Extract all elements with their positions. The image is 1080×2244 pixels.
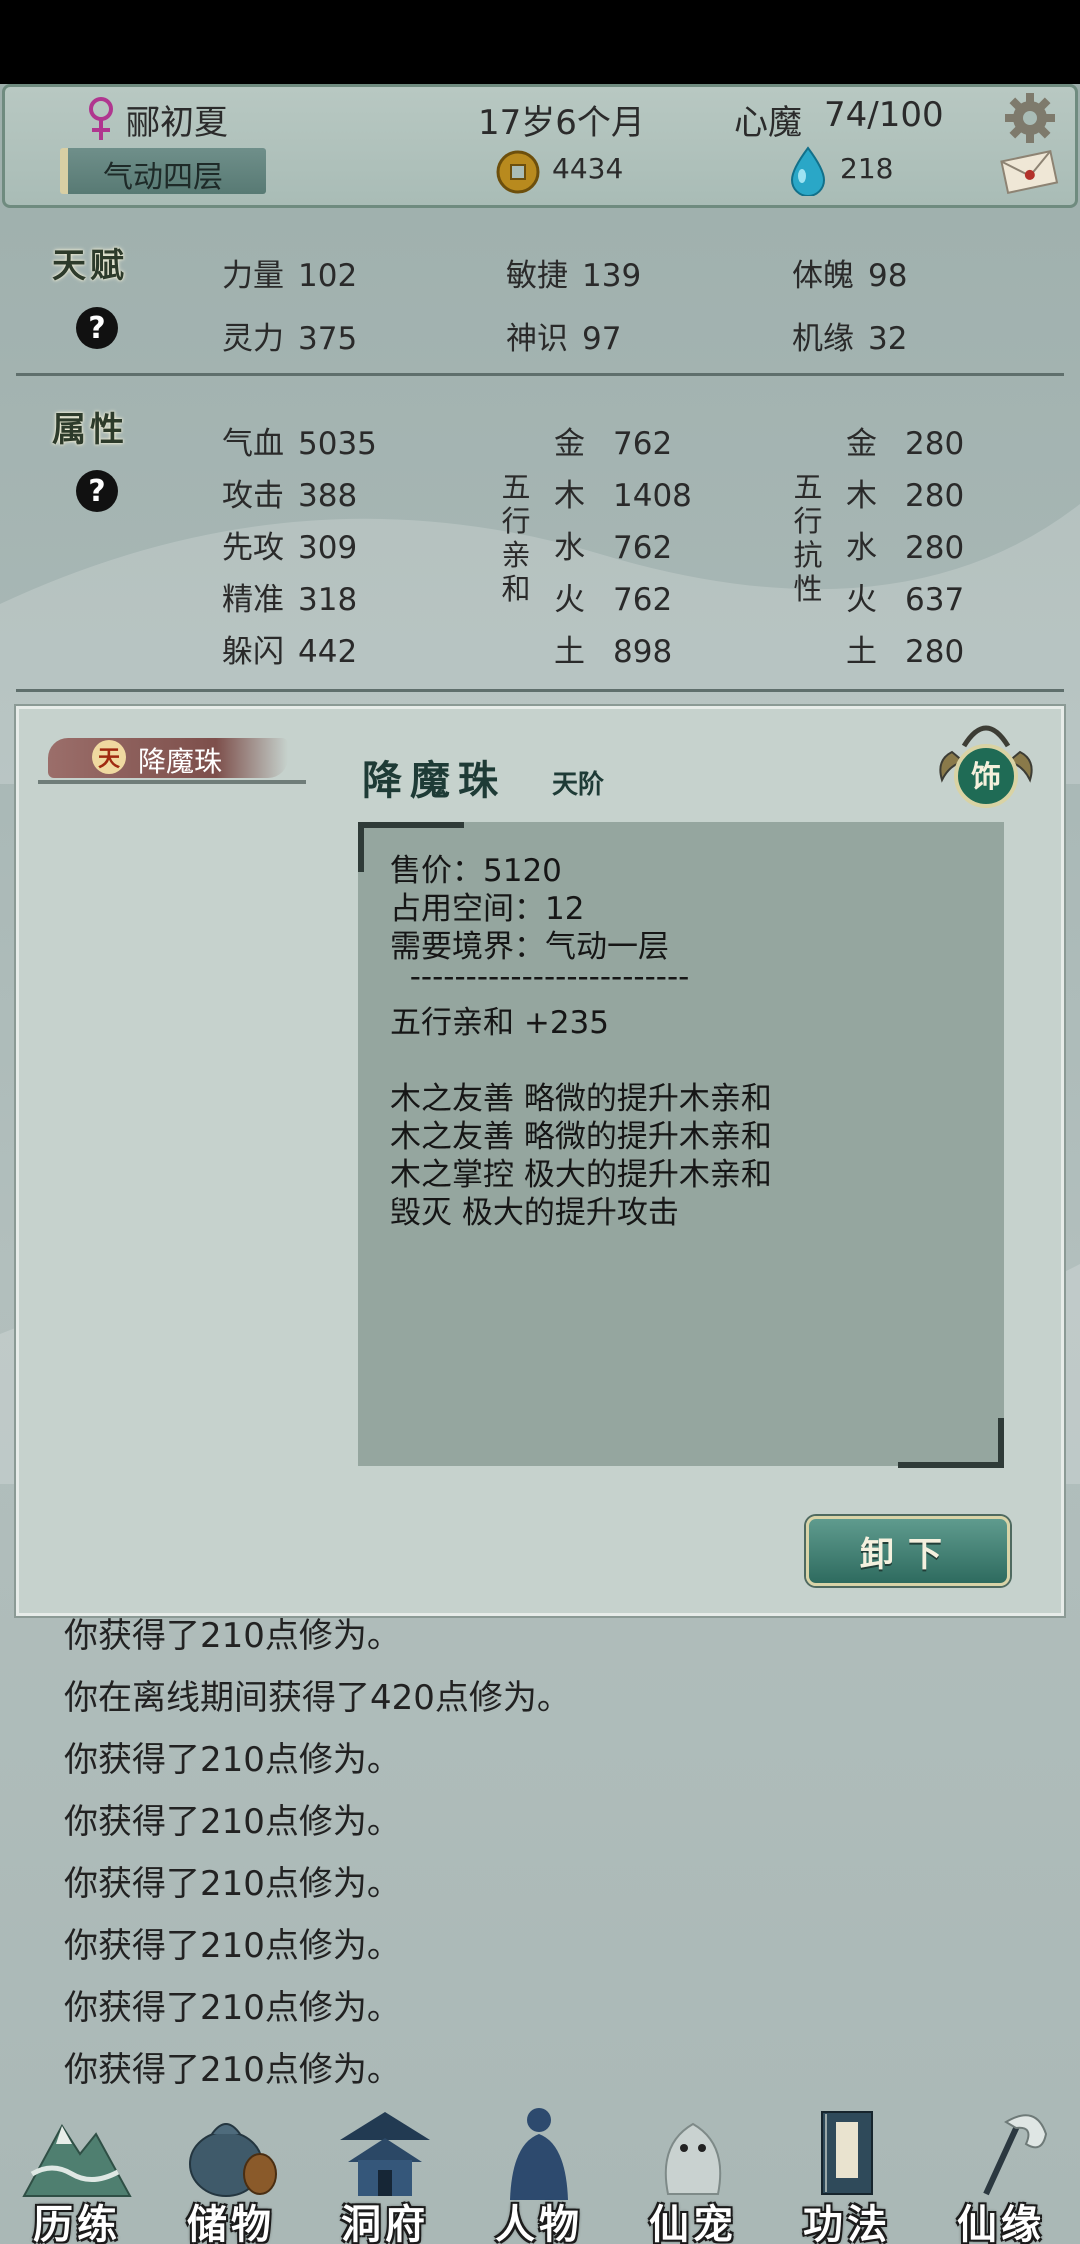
resistance-stat: 金 280 [846,426,965,462]
nav-item-storage[interactable]: 储物 [154,2100,308,2244]
nav-item-skills[interactable]: 功法 [770,2100,924,2244]
item-name: 降魔珠 [362,757,506,804]
affinity-stat: 水 762 [554,530,673,566]
nav-item-cave[interactable]: 洞府 [308,2100,462,2244]
female-icon [89,97,113,140]
realm-badge: 气动四层 [60,148,266,195]
equipped-item-tag[interactable]: 天 降魔珠 [48,738,288,778]
affinity-stat: 木 1408 [554,478,692,514]
talent-stat: 神识 97 [506,321,622,357]
nav-label: 仙宠 [649,2201,737,2244]
section-divider [16,373,1064,376]
talent-stat: 体魄 98 [792,258,908,294]
affinity-stat: 火 762 [554,582,673,618]
nav-item-training[interactable]: 历练 [0,2100,154,2244]
nav-item-character[interactable]: 人物 [462,2100,616,2244]
pet-icon [664,2122,722,2195]
character-name: 郦初夏 [126,103,228,143]
bag-icon [189,2123,277,2197]
unequip-button[interactable]: 卸下 [806,1516,1010,1586]
resistance-stat: 木 280 [846,478,965,514]
detail-separator: ------------------------- [390,959,690,995]
resistance-stat: 火 637 [846,582,965,618]
talent-help-icon[interactable]: ? [76,307,118,349]
fate-icon [983,2114,1048,2196]
detail-corner [898,1418,1004,1468]
talent-stat: 敏捷 139 [506,258,642,294]
detail-line: 毁灭 极大的提升攻击 [390,1195,679,1231]
talent-title: 天赋 [52,246,128,286]
affinity-stat: 金 762 [554,426,673,462]
log-line: 你获得了210点修为。 [64,1926,401,1966]
spirit-stone-count: 218 [840,152,894,185]
spirit-stone-icon [790,146,826,196]
base-attribute: 先攻 309 [222,530,358,566]
coin-count: 4434 [552,152,624,185]
affinity-label: 五行亲和 [501,470,531,606]
resistance-stat: 土 280 [846,634,965,670]
slot-label: 饰 [971,760,1001,795]
talent-stat: 机缘 32 [792,321,908,357]
bottom-nav: 历练 储物 洞府 人物 仙宠 功法 仙缘 [0,2100,1080,2244]
base-attribute: 气血 5035 [222,426,377,462]
nav-label: 人物 [495,2201,583,2244]
inner-demon-label: 心魔 [734,103,802,143]
tag-underline [38,780,306,784]
log-line: 你在离线期间获得了420点修为。 [64,1678,571,1718]
unequip-label: 卸下 [860,1534,956,1575]
log-line: 你获得了210点修为。 [64,1864,401,1904]
nav-label: 仙缘 [957,2201,1045,2244]
nav-label: 储物 [187,2201,275,2244]
character-icon [510,2108,568,2200]
nav-label: 历练 [33,2201,121,2244]
realm-text: 气动四层 [103,160,223,195]
base-attribute: 躲闪 442 [222,634,358,670]
pavilion-icon [340,2112,430,2196]
log-line: 你获得了210点修为。 [64,1988,401,2028]
mail-icon[interactable] [998,148,1060,194]
status-bar [0,0,1080,84]
attributes-title: 属性 [52,410,128,450]
section-divider [16,689,1064,692]
character-age: 17岁6个月 [478,103,645,143]
nav-item-fate[interactable]: 仙缘 [924,2100,1078,2244]
resistance-label: 五行抗性 [793,470,823,606]
talent-stat: 力量 102 [222,258,358,294]
talent-stat: 灵力 375 [222,321,358,357]
attributes-help-icon[interactable]: ? [76,470,118,512]
nav-item-pet[interactable]: 仙宠 [616,2100,770,2244]
accessory-slot-icon: 饰 [939,725,1033,808]
book-icon [821,2111,873,2195]
gear-icon[interactable] [1004,92,1056,144]
mountain-icon [22,2124,132,2197]
affinity-stat: 土 898 [554,634,673,670]
nav-label: 洞府 [341,2201,429,2244]
item-grade: 天阶 [552,770,605,800]
grade-badge: 天 [92,740,126,774]
equipped-item-label: 降魔珠 [138,745,223,778]
coin-icon [496,150,540,194]
inner-demon-value: 74/100 [824,95,944,135]
log-line: 你获得了210点修为。 [64,1740,401,1780]
nav-label: 功法 [803,2201,891,2244]
log-line: 你获得了210点修为。 [64,2050,401,2090]
log-line: 你获得了210点修为。 [64,1802,401,1842]
resistance-stat: 水 280 [846,530,965,566]
base-attribute: 精准 318 [222,582,358,618]
detail-line: 五行亲和 +235 [390,1005,609,1041]
base-attribute: 攻击 388 [222,478,358,514]
